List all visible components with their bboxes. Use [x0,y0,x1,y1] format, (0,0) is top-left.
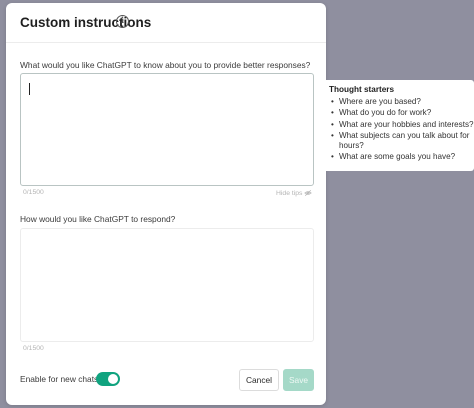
about-you-char-counter: 0/1500 [23,189,44,196]
enable-new-chats-toggle[interactable] [96,372,120,386]
about-you-label: What would you like ChatGPT to know abou… [20,60,311,70]
tip-item: What are some goals you have? [329,152,474,163]
cancel-button[interactable]: Cancel [239,369,279,391]
eye-off-icon [304,189,313,197]
thought-starters-panel: Thought starters Where are you based? Wh… [326,80,474,171]
tip-item: What subjects can you talk about for hou… [329,131,474,152]
thought-starters-title: Thought starters [329,85,395,94]
text-caret [29,83,30,95]
tip-item: Where are you based? [329,97,474,108]
tip-item: What do you do for work? [329,108,474,119]
save-button[interactable]: Save [283,369,314,391]
about-you-textarea[interactable] [20,73,314,186]
hide-tips-button[interactable]: Hide tips [276,189,313,197]
tip-item: What are your hobbies and interests? [329,120,474,131]
hide-tips-label: Hide tips [276,189,303,197]
enable-new-chats-label: Enable for new chats [20,374,99,384]
info-icon[interactable]: i [116,15,129,28]
respond-textarea[interactable] [20,228,314,342]
screen: Custom instructions i What would you lik… [0,0,474,408]
dialog-title: Custom instructions [20,15,152,30]
respond-char-counter: 0/1500 [23,345,44,352]
toggle-knob [108,374,118,384]
custom-instructions-dialog: Custom instructions i What would you lik… [6,3,326,405]
dialog-header: Custom instructions i [6,3,326,43]
respond-label: How would you like ChatGPT to respond? [20,214,176,224]
thought-starters-list: Where are you based? What do you do for … [329,97,474,163]
